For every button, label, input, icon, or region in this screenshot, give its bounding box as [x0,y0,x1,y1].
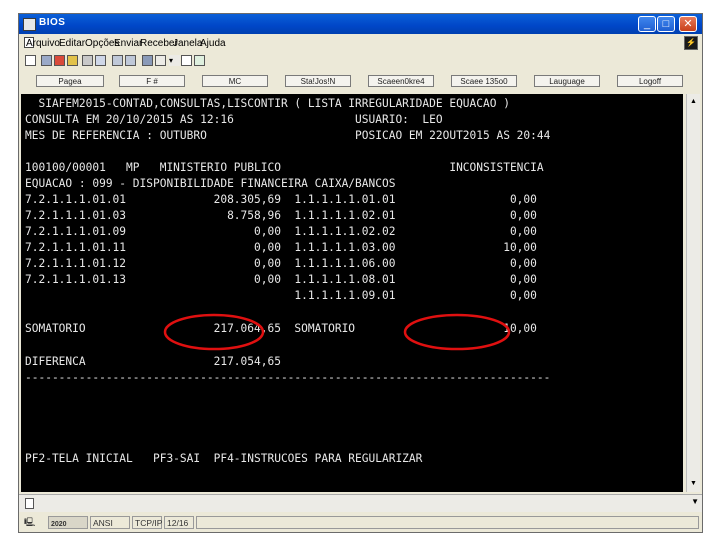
scroll-down-icon[interactable]: ▼ [688,478,699,489]
toolbar: ▾ [19,52,702,71]
scroll-up-icon[interactable]: ▲ [688,96,699,107]
terminal-line: 7.2.1.1.1.01.12 0,00 1.1.1.1.1.06.00 0,0… [25,257,537,270]
vertical-scrollbar[interactable]: ▲ ▼ [686,94,700,492]
arrow-down-icon[interactable]: ▼ [691,497,699,506]
receive-file-icon[interactable] [112,55,123,66]
fkey-button[interactable]: MC [202,75,268,87]
bios-window: BIOS _ □ ✕ Arquivo Editar Opções Enviar … [19,14,702,532]
status-protocol: TCP/IP [132,516,162,529]
macro-icon[interactable] [155,55,166,66]
menu-janela[interactable]: Janela [173,38,202,49]
terminal-screen[interactable]: SIAFEM2015-CONTAD,CONSULTAS,LISCONTIR ( … [21,94,683,492]
terminal-line: CONSULTA EM 20/10/2015 AS 12:16 USUARIO:… [25,113,443,126]
app-icon [23,18,36,31]
menu-arquivo[interactable]: Arquivo [26,38,60,49]
folder-icon[interactable] [67,55,78,66]
send-file-icon[interactable] [125,55,136,66]
window-title: BIOS [39,17,66,28]
minimize-button[interactable]: _ [638,16,656,32]
maximize-button[interactable]: □ [657,16,675,32]
status-bar: 🖳 2020 ANSI TCP/IP 12/16 [19,513,702,532]
status-message-panel [196,516,699,529]
terminal-difference-line: DIFERENCA 217.054,65 [25,355,281,368]
menu-ajuda[interactable]: Ajuda [200,38,226,49]
fkey-button[interactable]: Lauguage [534,75,600,87]
edit-icon [25,498,34,509]
terminal-line: 1.1.1.1.1.09.01 0,00 [25,289,537,302]
menu-enviar[interactable]: Enviar [114,38,142,49]
terminal-line: MES DE REFERENCIA : OUTUBRO POSICAO EM 2… [25,129,551,142]
terminal-sum-line: SOMATORIO 217.064,65 SOMATORIO 10,00 [25,322,537,335]
status-cursor: 12/16 [164,516,194,529]
terminal-header-line: SIAFEM2015-CONTAD,CONSULTAS,LISCONTIR ( … [25,97,510,110]
dropdown-arrow-icon[interactable]: ▾ [169,55,180,66]
paste-icon[interactable] [95,55,106,66]
terminal-line: 7.2.1.1.1.01.13 0,00 1.1.1.1.1.08.01 0,0… [25,273,537,286]
function-key-bar: Pagea F # MC Sta!Jos!N Scaeen0kre4 Scaee… [19,73,702,89]
settings-icon[interactable] [142,55,153,66]
input-line-bar[interactable]: ▼ [19,494,702,512]
status-encoding: ANSI [90,516,130,529]
checkbox-icon[interactable] [181,55,192,66]
status-year: 2020 [51,521,67,528]
fkey-button[interactable]: Pagea [36,75,104,87]
pin-icon[interactable]: ⚡ [684,36,698,50]
copy-icon[interactable] [82,55,93,66]
terminal-line: 7.2.1.1.1.01.09 0,00 1.1.1.1.1.02.02 0,0… [25,225,537,238]
fkey-button[interactable]: Logoff [617,75,683,87]
connection-icon: 🖳 [24,517,36,527]
terminal-line: 100100/00001 MP MINISTERIO PUBLICO INCON… [25,161,544,174]
open-folder-icon[interactable] [54,55,65,66]
terminal-divider: ----------------------------------------… [25,371,551,384]
terminal-line: EQUACAO : 099 - DISPONIBILIDADE FINANCEI… [25,177,396,190]
terminal-pf-keys: PF2-TELA INICIAL PF3-SAI PF4-INSTRUCOES … [25,452,423,465]
menu-bar: Arquivo Editar Opções Enviar Receber Jan… [19,34,702,52]
status-year-panel: 2020 [48,516,88,529]
fkey-button[interactable]: Scaee 135o0 [451,75,517,87]
terminal-line: 7.2.1.1.1.01.01 208.305,69 1.1.1.1.1.01.… [25,193,537,206]
print-icon[interactable] [41,55,52,66]
terminal-line: 7.2.1.1.1.01.11 0,00 1.1.1.1.1.03.00 10,… [25,241,537,254]
page-setup-icon[interactable] [25,55,36,66]
window-icon[interactable] [194,55,205,66]
close-button[interactable]: ✕ [679,16,697,32]
fkey-button[interactable]: Scaeen0kre4 [368,75,434,87]
title-bar[interactable]: BIOS _ □ ✕ [19,14,702,34]
menu-editar[interactable]: Editar [59,38,85,49]
fkey-button[interactable]: Sta!Jos!N [285,75,351,87]
terminal-line: 7.2.1.1.1.01.03 8.758,96 1.1.1.1.1.02.01… [25,209,537,222]
fkey-button[interactable]: F # [119,75,185,87]
